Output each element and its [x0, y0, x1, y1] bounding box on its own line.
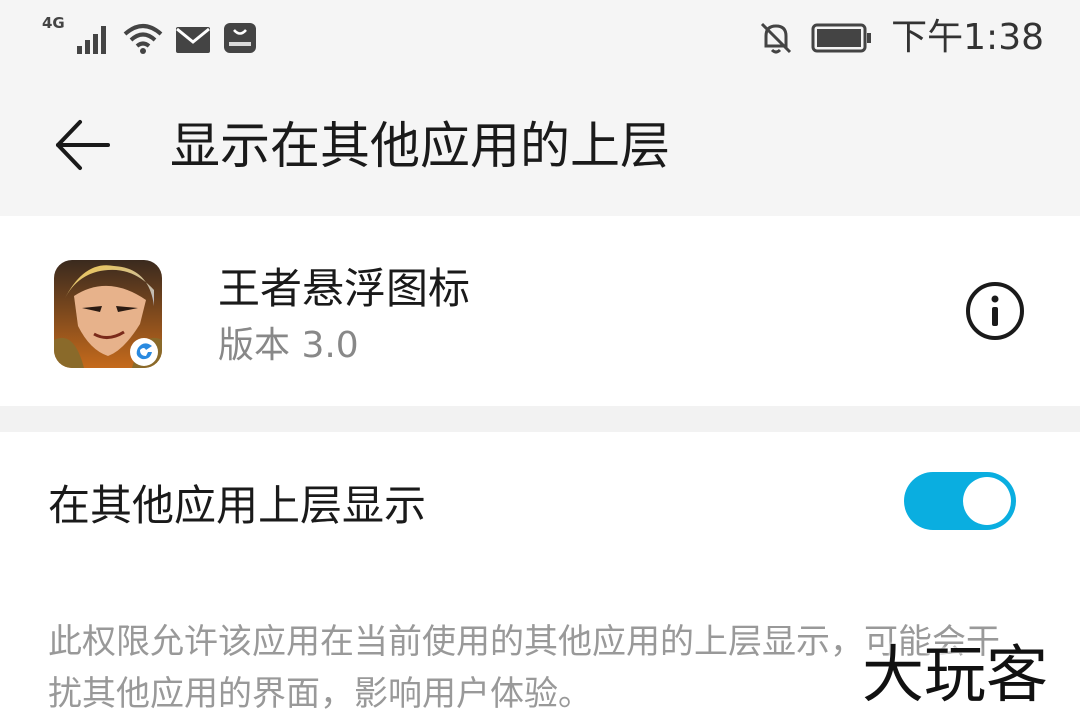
app-info-card: 王者悬浮图标 版本 3.0 — [0, 216, 1080, 406]
overlay-toggle[interactable] — [904, 472, 1016, 530]
app-icon — [54, 260, 162, 368]
app-name: 王者悬浮图标 — [218, 264, 471, 313]
overlay-setting-label: 在其他应用上层显示 — [48, 481, 427, 530]
watermark: 大玩客 — [862, 638, 1049, 711]
huawei-store-icon — [223, 22, 257, 54]
signal-icon — [76, 22, 111, 54]
page-title: 显示在其他应用的上层 — [170, 117, 670, 175]
status-time: 下午1:38 — [891, 17, 1044, 58]
toggle-knob — [963, 477, 1011, 525]
battery-icon — [811, 23, 873, 53]
wifi-icon — [123, 22, 163, 54]
info-icon — [964, 280, 1026, 342]
status-bar-right: 下午1:38 — [759, 14, 1044, 62]
app-version: 版本 3.0 — [218, 325, 359, 366]
mail-icon — [175, 26, 211, 54]
network-type: 4G — [42, 14, 65, 32]
back-arrow-icon — [50, 112, 116, 178]
notifications-off-icon — [759, 20, 793, 56]
section-divider — [0, 406, 1080, 432]
back-button[interactable] — [50, 112, 116, 178]
title-bar: 显示在其他应用的上层 — [0, 80, 1080, 214]
app-info-button[interactable] — [964, 280, 1026, 342]
status-bar-left: 4G — [42, 14, 257, 54]
status-bar: 4G 下午1:38 — [0, 0, 1080, 80]
